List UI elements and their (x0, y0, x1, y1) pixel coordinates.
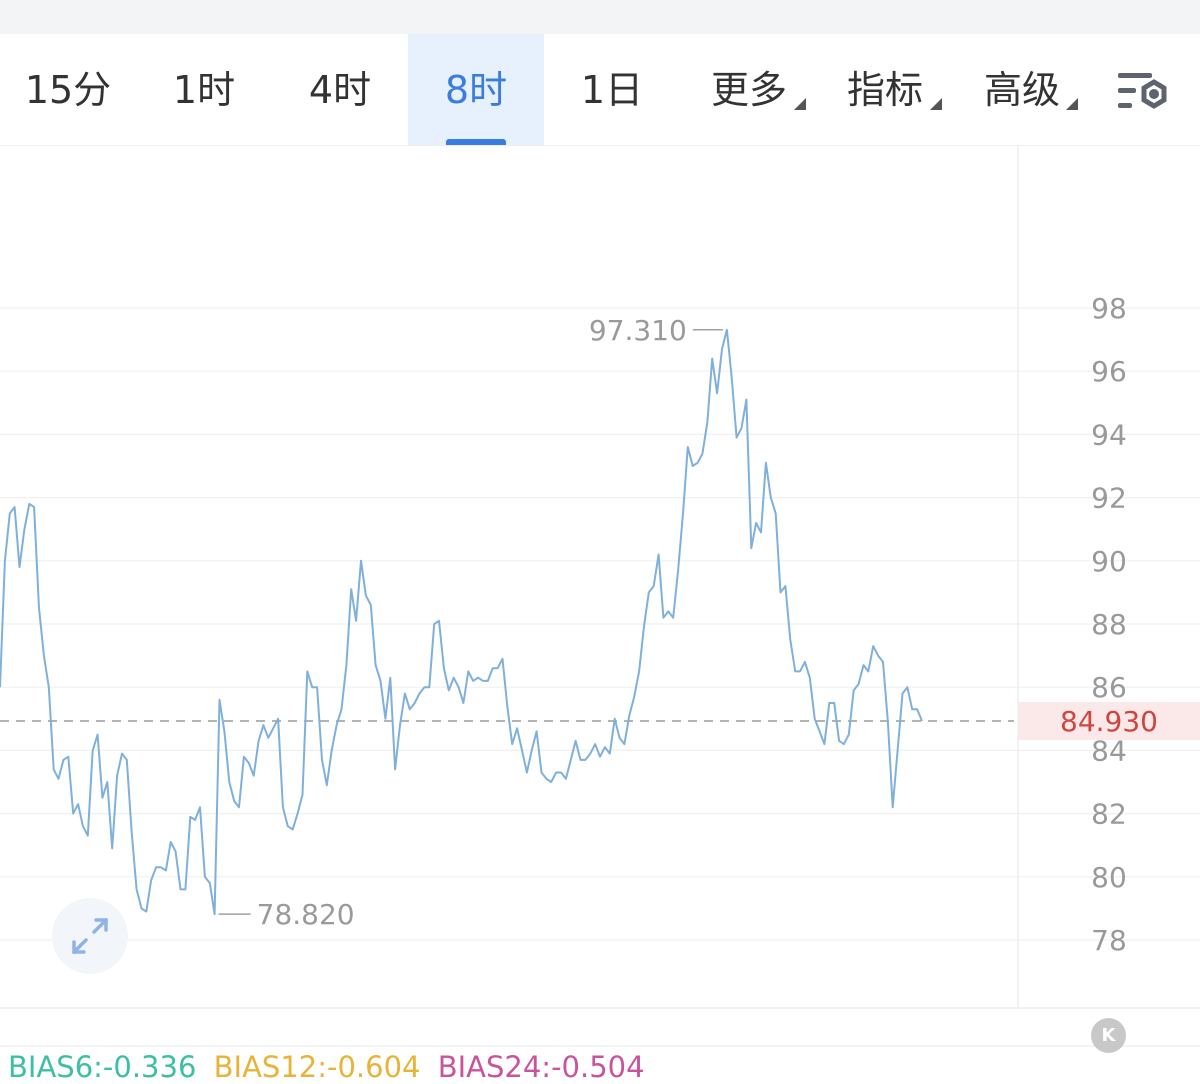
y-axis-tick-label: 88 (1091, 608, 1127, 641)
y-axis-tick-label: 90 (1091, 545, 1127, 578)
active-tab-indicator (446, 139, 506, 145)
status-strip (0, 0, 1200, 34)
expand-chart-button[interactable] (52, 898, 128, 974)
bias6-value: BIAS6:-0.336 (8, 1050, 197, 1084)
tab-8hour[interactable]: 8时 (408, 34, 544, 145)
y-axis-tick-label: 80 (1091, 861, 1127, 894)
y-axis-tick-label: 92 (1091, 482, 1127, 515)
advanced-menu-label: 高级 (983, 68, 1060, 112)
max-price-label: 97.310 (589, 314, 687, 347)
advanced-menu[interactable]: 高级 (963, 34, 1081, 145)
timeframe-tab-bar: 15分 1时 4时 8时 1日 更多 指标 高级 (0, 34, 1200, 146)
y-axis-tick-label: 94 (1091, 418, 1127, 451)
expand-icon (72, 918, 108, 954)
tab-1day[interactable]: 1日 (544, 34, 680, 145)
y-axis-tick-label: 78 (1091, 924, 1127, 957)
tab-1hour[interactable]: 1时 (136, 34, 272, 145)
max-price-marker: 97.310 (589, 314, 723, 347)
indicators-menu-caret-icon (930, 98, 942, 110)
indicators-menu-label: 指标 (846, 68, 923, 112)
indicators-menu[interactable]: 指标 (826, 34, 944, 145)
bias12-value: BIAS12:-0.604 (213, 1050, 421, 1084)
price-chart[interactable]: 98 96 94 92 90 88 86 84 82 80 78 84.930 97.310 78.… (0, 146, 1200, 1074)
more-menu-caret-icon (794, 98, 806, 110)
scroll-to-latest-button[interactable]: K (1091, 1018, 1126, 1053)
y-axis-tick-label: 96 (1091, 355, 1127, 388)
min-price-marker: 78.820 (218, 898, 355, 931)
tab-15min[interactable]: 15分 (0, 34, 136, 145)
tab-4hour[interactable]: 4时 (272, 34, 408, 145)
y-axis-tick-label: 86 (1091, 671, 1127, 704)
bias-indicator-row: BIAS6:-0.336 BIAS12:-0.604 BIAS24:-0.504 (8, 1050, 653, 1084)
y-axis-tick-label: 98 (1091, 292, 1127, 325)
bias24-value: BIAS24:-0.504 (437, 1050, 645, 1084)
price-line (0, 328, 923, 916)
min-price-label: 78.820 (257, 898, 355, 931)
chart-settings-icon[interactable] (1116, 70, 1172, 114)
more-menu[interactable]: 更多 (690, 34, 808, 145)
tab-8hour-label: 8时 (444, 68, 508, 112)
advanced-menu-caret-icon (1066, 98, 1078, 110)
current-price-label: 84.930 (1060, 705, 1158, 738)
more-menu-label: 更多 (710, 68, 787, 112)
y-axis-tick-label: 82 (1091, 798, 1127, 831)
